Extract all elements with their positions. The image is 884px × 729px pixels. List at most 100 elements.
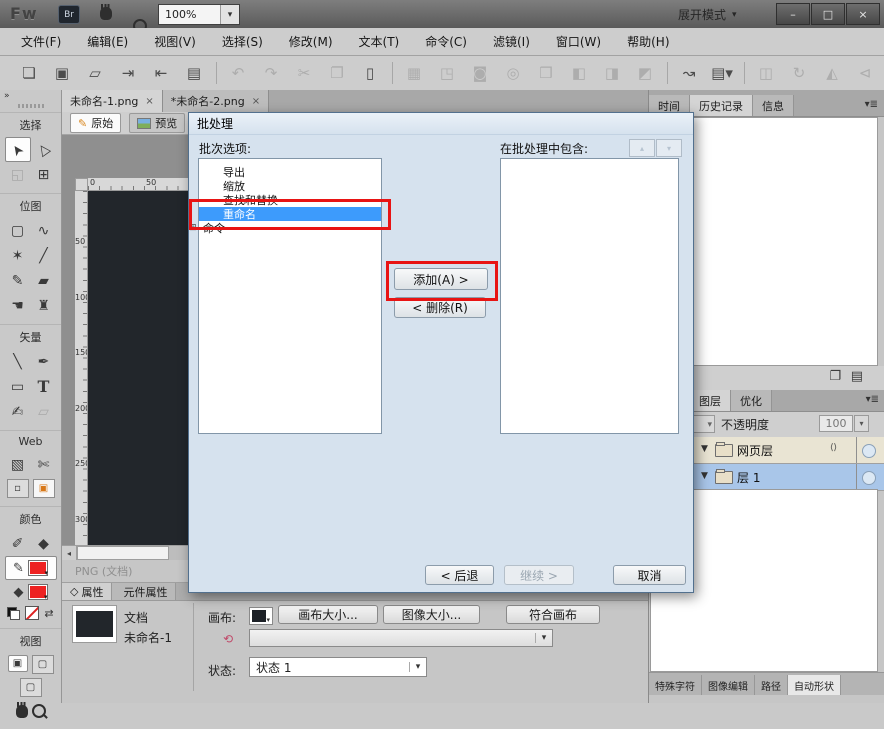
included-actions-list[interactable] <box>500 158 679 434</box>
knife-tool-icon[interactable]: ▱ <box>31 399 57 424</box>
batch-option-item[interactable]: ⊞ 命令 <box>199 221 381 235</box>
panel-menu-icon[interactable]: ▾≣ <box>865 99 878 110</box>
swap-colors-icon[interactable]: ⇄ <box>44 607 53 620</box>
menu-item[interactable]: 修改(M) <box>276 33 346 50</box>
fill-color-swatch[interactable]: ▾ <box>28 584 48 600</box>
batch-options-list[interactable]: 导出 缩放 查找和替换 重命名 ⊞ 命令 <box>198 158 382 434</box>
tab-image-editing[interactable]: 图像编辑 <box>702 675 755 695</box>
line-tool-icon[interactable]: ╲ <box>5 349 31 374</box>
text-tool-icon[interactable]: T <box>31 374 57 399</box>
save-steps-icon[interactable]: ▤ <box>851 369 863 384</box>
collapse-panel-icon[interactable]: » <box>0 90 61 102</box>
lasso-tool-icon[interactable]: ∿ <box>31 218 57 243</box>
dialog-title-bar[interactable]: 批处理 <box>189 113 693 135</box>
slice-tool-icon[interactable]: ✄ <box>31 452 57 477</box>
no-color-icon[interactable] <box>25 606 39 620</box>
close-tab-icon[interactable]: × <box>145 96 153 107</box>
move-up-button[interactable]: ▴ <box>629 139 655 157</box>
menu-item[interactable]: 帮助(H) <box>614 33 682 50</box>
toolbar-separator[interactable] <box>667 62 668 84</box>
bring-forward-icon[interactable]: ◨ <box>599 61 625 85</box>
tab-symbol-properties[interactable]: 元件属性 <box>112 583 176 600</box>
tab-info[interactable]: 信息 <box>753 95 794 116</box>
copy-icon[interactable]: ❐ <box>324 61 350 85</box>
tab-layers[interactable]: 图层 <box>690 390 731 411</box>
menu-item[interactable]: 窗口(W) <box>543 33 614 50</box>
pen-tool-icon[interactable]: ✒ <box>31 349 57 374</box>
freeform-path-icon[interactable]: ↝ <box>676 61 702 85</box>
magic-wand-tool-icon[interactable]: ✶ <box>5 243 31 268</box>
toolbar-separator[interactable] <box>216 62 217 84</box>
send-backward-icon[interactable]: ◩ <box>632 61 658 85</box>
batch-option-item[interactable]: 导出 <box>199 165 381 179</box>
menu-item[interactable]: 文本(T) <box>346 33 413 50</box>
pointer-tool-icon[interactable]: ➤ <box>5 137 31 162</box>
smudge-tool-icon[interactable]: ☚ <box>5 293 31 318</box>
toolbar-separator[interactable] <box>744 62 745 84</box>
minimize-button[interactable]: – <box>776 3 810 25</box>
scale-tool-icon[interactable]: ◱ <box>5 162 31 187</box>
scroll-left-arrow[interactable]: ◂ <box>62 546 77 560</box>
rotate-icon[interactable]: ↻ <box>786 61 812 85</box>
copy-steps-icon[interactable]: ❐ <box>829 369 841 384</box>
layer-select-circle[interactable] <box>862 471 876 485</box>
redo-icon[interactable]: ↷ <box>258 61 284 85</box>
bridge-icon[interactable]: Br <box>58 5 80 24</box>
document-tab[interactable]: *未命名-2.png × <box>163 90 269 112</box>
cancel-button[interactable]: 取消 <box>613 565 686 585</box>
batch-option-item[interactable]: 缩放 <box>199 179 381 193</box>
expander-icon[interactable]: ⊞ <box>187 223 203 233</box>
expand-triangle-icon[interactable]: ▼ <box>701 444 708 454</box>
canvas-color-swatch[interactable]: ▾ <box>249 607 273 625</box>
tab-optimize[interactable]: 优化 <box>731 390 772 411</box>
original-view-button[interactable]: ✎ 原始 <box>70 113 121 133</box>
new-document-icon[interactable]: ❏ <box>16 61 42 85</box>
menu-item[interactable]: 视图(V) <box>141 33 209 50</box>
stroke-color-swatch[interactable]: ▾ <box>28 560 48 576</box>
save-icon[interactable]: ▣ <box>49 61 75 85</box>
fill-color-control[interactable]: ◆ ▾ <box>3 580 59 604</box>
marquee-tool-icon[interactable]: ▢ <box>5 218 31 243</box>
fit-canvas-button[interactable]: 符合画布 <box>506 605 600 624</box>
show-slices-button-icon[interactable]: ▣ <box>33 479 55 498</box>
menu-item[interactable]: 文件(F) <box>8 33 74 50</box>
panel-menu-icon[interactable]: ▾≣ <box>866 394 879 405</box>
rubber-stamp-tool-icon[interactable]: ♜ <box>31 293 57 318</box>
tab-properties[interactable]: ◇ 属性 <box>62 583 112 600</box>
default-colors-icon[interactable] <box>7 607 20 620</box>
export-icon[interactable]: ⇤ <box>148 61 174 85</box>
union-icon[interactable]: ◙ <box>467 61 493 85</box>
hand-tool-icon[interactable] <box>16 705 28 718</box>
brush-tool-icon[interactable]: ╱ <box>31 243 57 268</box>
preview-view-button[interactable]: 预览 <box>129 113 185 133</box>
subselection-tool-icon[interactable]: ▷ <box>31 137 57 162</box>
zoom-tool-icon[interactable] <box>32 704 46 718</box>
opacity-slider-icon[interactable]: ▾ <box>854 415 869 432</box>
close-tab-icon[interactable]: × <box>252 96 260 107</box>
open-icon[interactable]: ▱ <box>82 61 108 85</box>
canvas-size-button[interactable]: 画布大小... <box>278 605 378 624</box>
panel-grip[interactable] <box>18 104 44 108</box>
tab-special-characters[interactable]: 特殊字符 <box>649 675 702 695</box>
menu-item[interactable]: 编辑(E) <box>74 33 141 50</box>
menu-item[interactable]: 命令(C) <box>412 33 480 50</box>
state-dropdown[interactable]: 状态 1 ▾ <box>249 657 427 677</box>
toolbar-separator[interactable] <box>392 62 393 84</box>
crop-tool-icon[interactable]: ⊞ <box>31 162 57 187</box>
back-button[interactable]: < 后退 <box>425 565 494 585</box>
print-icon[interactable]: ▤ <box>181 61 207 85</box>
animation-dropdown[interactable]: ▾ <box>249 629 553 647</box>
full-screen-menus-mode-icon[interactable]: ▢ <box>32 655 54 674</box>
full-screen-mode-icon[interactable]: ▢ <box>20 678 42 697</box>
canvas-size-icon[interactable]: ◫ <box>753 61 779 85</box>
layer-select-circle[interactable] <box>862 444 876 458</box>
intersect-icon[interactable]: ❒ <box>533 61 559 85</box>
undo-icon[interactable]: ↶ <box>225 61 251 85</box>
paste-icon[interactable]: ▯ <box>357 61 383 85</box>
remove-button[interactable]: < 删除(R) <box>394 297 486 318</box>
paint-bucket-tool-icon[interactable]: ◆ <box>31 531 57 556</box>
hand-tool-icon[interactable] <box>100 7 112 20</box>
opacity-input[interactable]: 100 <box>819 415 853 432</box>
document-tab[interactable]: 未命名-1.png × <box>62 90 163 112</box>
close-button[interactable]: × <box>846 3 880 25</box>
